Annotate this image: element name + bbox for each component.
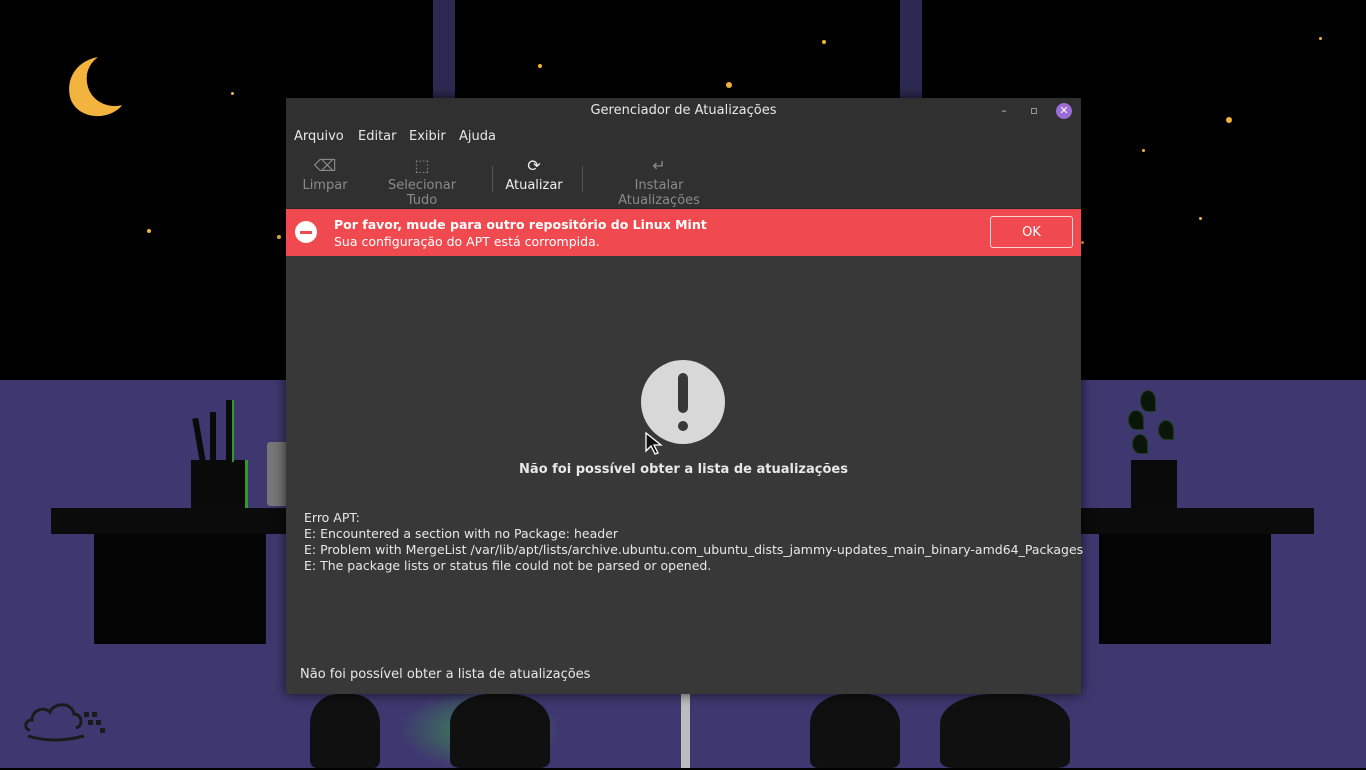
refresh-label: Atualizar (505, 178, 563, 193)
star (231, 92, 234, 95)
star (538, 64, 542, 68)
maximize-button[interactable]: ▫ (1026, 103, 1042, 119)
drawer-left (94, 534, 266, 644)
backspace-icon: ⌫ (313, 156, 337, 175)
vase (810, 694, 900, 768)
lamp-stand (681, 694, 690, 768)
drawer-right (1099, 534, 1271, 644)
error-line: E: Problem with MergeList /var/lib/apt/l… (304, 542, 1084, 557)
mug (267, 442, 287, 506)
desk-left (51, 508, 301, 534)
minimize-button[interactable]: – (996, 103, 1012, 119)
star (1319, 37, 1322, 40)
error-line: Erro APT: (304, 510, 360, 525)
vase (940, 694, 1070, 768)
cloud-logo-icon (24, 703, 105, 742)
window-title: Gerenciador de Atualizações (590, 103, 777, 118)
pencil (210, 412, 216, 462)
toolbar: ⌫ Limpar ⬚ Selecionar Tudo ⟳ Atualizar ↵… (286, 150, 1081, 209)
install-updates-button[interactable]: ↵ Instalar Atualizações (594, 156, 724, 208)
clear-button[interactable]: ⌫ Limpar (300, 156, 350, 193)
update-manager-window: Gerenciador de Atualizações – ▫ ✕ Arquiv… (286, 98, 1083, 694)
title-bar[interactable]: Gerenciador de Atualizações – ▫ ✕ (286, 98, 1081, 124)
menu-bar: Arquivo Editar Exibir Ajuda (286, 124, 1081, 150)
menu-ajuda[interactable]: Ajuda (459, 129, 496, 144)
error-circle-icon (295, 221, 317, 243)
toolbar-separator (492, 166, 493, 192)
star (1199, 217, 1202, 220)
menu-editar[interactable]: Editar (358, 129, 397, 144)
menu-exibir[interactable]: Exibir (409, 129, 446, 144)
clear-label: Limpar (302, 178, 348, 193)
plant-pot (1131, 460, 1177, 508)
toolbar-separator (582, 166, 583, 192)
refresh-button[interactable]: ⟳ Atualizar (504, 156, 564, 193)
plant-leaf (1132, 434, 1148, 454)
menu-arquivo[interactable]: Arquivo (294, 129, 344, 144)
status-bar: Não foi possível obter a lista de atuali… (286, 666, 1081, 694)
plant-leaf (1158, 420, 1174, 440)
enter-icon: ↵ (652, 156, 666, 175)
error-line: E: The package lists or status file coul… (304, 558, 712, 573)
pencil (226, 400, 234, 462)
error-details: Erro APT: E: Encountered a section with … (304, 510, 1083, 574)
star (1226, 117, 1232, 123)
moon-icon (69, 57, 122, 117)
vase (450, 694, 550, 768)
star (147, 229, 151, 233)
error-infobar: Por favor, mude para outro repositório d… (286, 209, 1081, 256)
refresh-icon: ⟳ (527, 156, 541, 175)
ok-button[interactable]: OK (990, 216, 1073, 248)
infobar-subtitle: Sua configuração do APT está corrompida. (334, 234, 600, 249)
desk-right (1081, 508, 1314, 534)
star (822, 40, 826, 44)
status-text: Não foi possível obter a lista de atuali… (300, 667, 591, 682)
star (726, 82, 732, 88)
infobar-title: Por favor, mude para outro repositório d… (334, 217, 707, 232)
select-all-label: Selecionar Tudo (387, 178, 457, 208)
mouse-pointer-icon (645, 432, 663, 455)
star (1081, 241, 1084, 244)
plant-leaf (1128, 410, 1144, 430)
close-button[interactable]: ✕ (1056, 103, 1072, 119)
plant-leaf (1140, 390, 1156, 412)
star (1142, 149, 1145, 152)
select-all-button[interactable]: ⬚ Selecionar Tudo (372, 156, 472, 208)
pencil-cup (191, 460, 248, 508)
error-content: Não foi possível obter a lista de atuali… (286, 256, 1083, 666)
vase (310, 694, 380, 768)
select-all-icon: ⬚ (414, 156, 430, 175)
error-line: E: Encountered a section with no Package… (304, 526, 619, 541)
install-updates-label: Instalar Atualizações (618, 178, 700, 208)
star (277, 235, 281, 239)
error-heading: Não foi possível obter a lista de atuali… (519, 462, 848, 477)
